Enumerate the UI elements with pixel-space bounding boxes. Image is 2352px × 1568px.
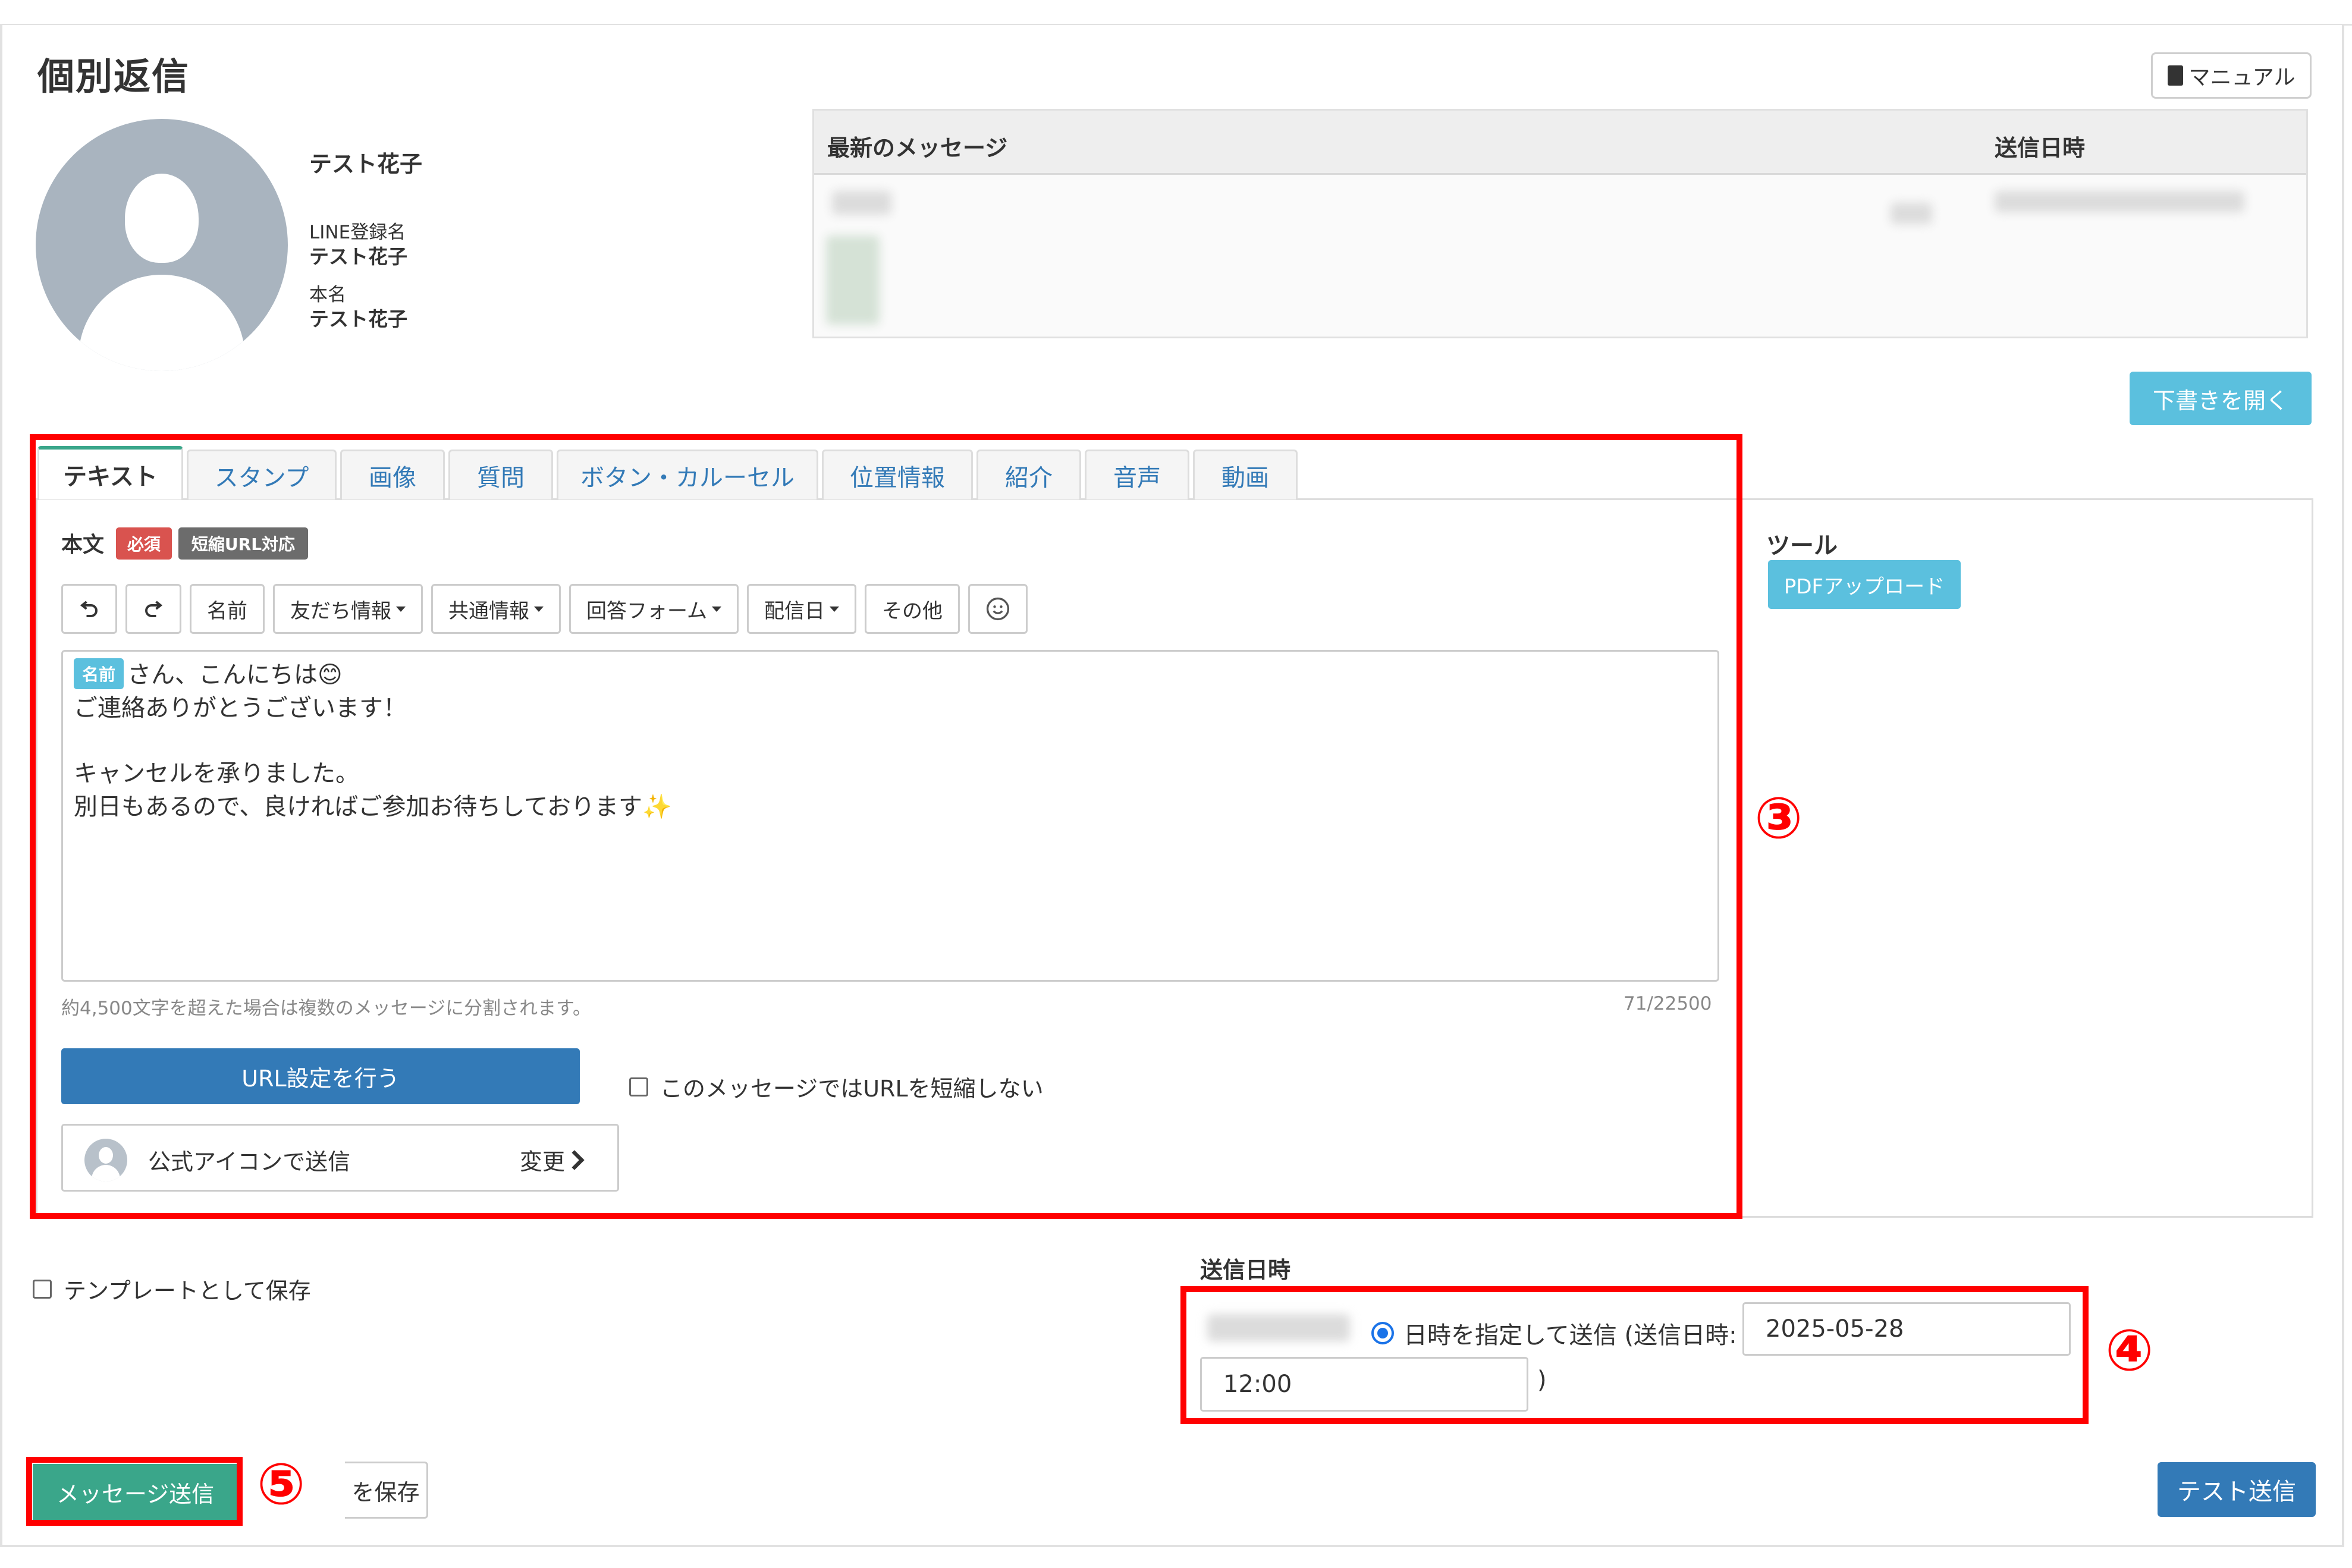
open-draft-button[interactable]: 下書きを開く [2130, 372, 2312, 425]
real-name-value: テスト花子 [309, 307, 407, 331]
line-name-label: LINE登録名 [309, 222, 406, 243]
save-template-checkbox[interactable] [33, 1279, 52, 1299]
save-template-option[interactable]: テンプレートとして保存 [33, 1272, 311, 1305]
table-header: 最新のメッセージ 送信日時 [814, 111, 2306, 175]
save-draft-button[interactable]: を保存 [345, 1462, 428, 1519]
page-title: 個別返信 [37, 55, 190, 98]
col-sent-at: 送信日時 [1995, 135, 2086, 161]
blurred-sent-time [1995, 191, 2244, 212]
pdf-upload-button[interactable]: PDFアップロード [1768, 560, 1961, 609]
avatar-body-shape [78, 275, 245, 371]
tools-title: ツール [1766, 532, 1838, 560]
avatar-head-shape [125, 174, 199, 263]
annotation-number-4: ④ [2105, 1317, 2154, 1384]
avatar [36, 119, 288, 371]
annotation-box-5 [26, 1457, 243, 1526]
blurred-message-text [832, 191, 891, 215]
blurred-message-image [826, 235, 880, 325]
line-name-value: テスト花子 [309, 245, 407, 268]
real-name-label: 本名 [309, 284, 346, 306]
annotation-number-5: ⑤ [257, 1451, 306, 1517]
blurred-sender [1891, 203, 1932, 224]
annotation-number-3: ③ [1754, 785, 1803, 851]
annotation-box-4 [1180, 1286, 2089, 1424]
profile-display-name: テスト花子 [309, 151, 423, 177]
save-template-label: テンプレートとして保存 [64, 1278, 311, 1304]
manual-label: マニュアル [2188, 65, 2296, 90]
col-latest-message: 最新のメッセージ [827, 135, 1008, 161]
schedule-title: 送信日時 [1200, 1257, 1291, 1283]
latest-messages-table: 最新のメッセージ 送信日時 [812, 109, 2308, 338]
book-icon [2167, 65, 2183, 86]
annotation-box-3 [30, 434, 1742, 1219]
test-send-button[interactable]: テスト送信 [2158, 1462, 2316, 1517]
manual-button[interactable]: マニュアル [2151, 52, 2312, 99]
